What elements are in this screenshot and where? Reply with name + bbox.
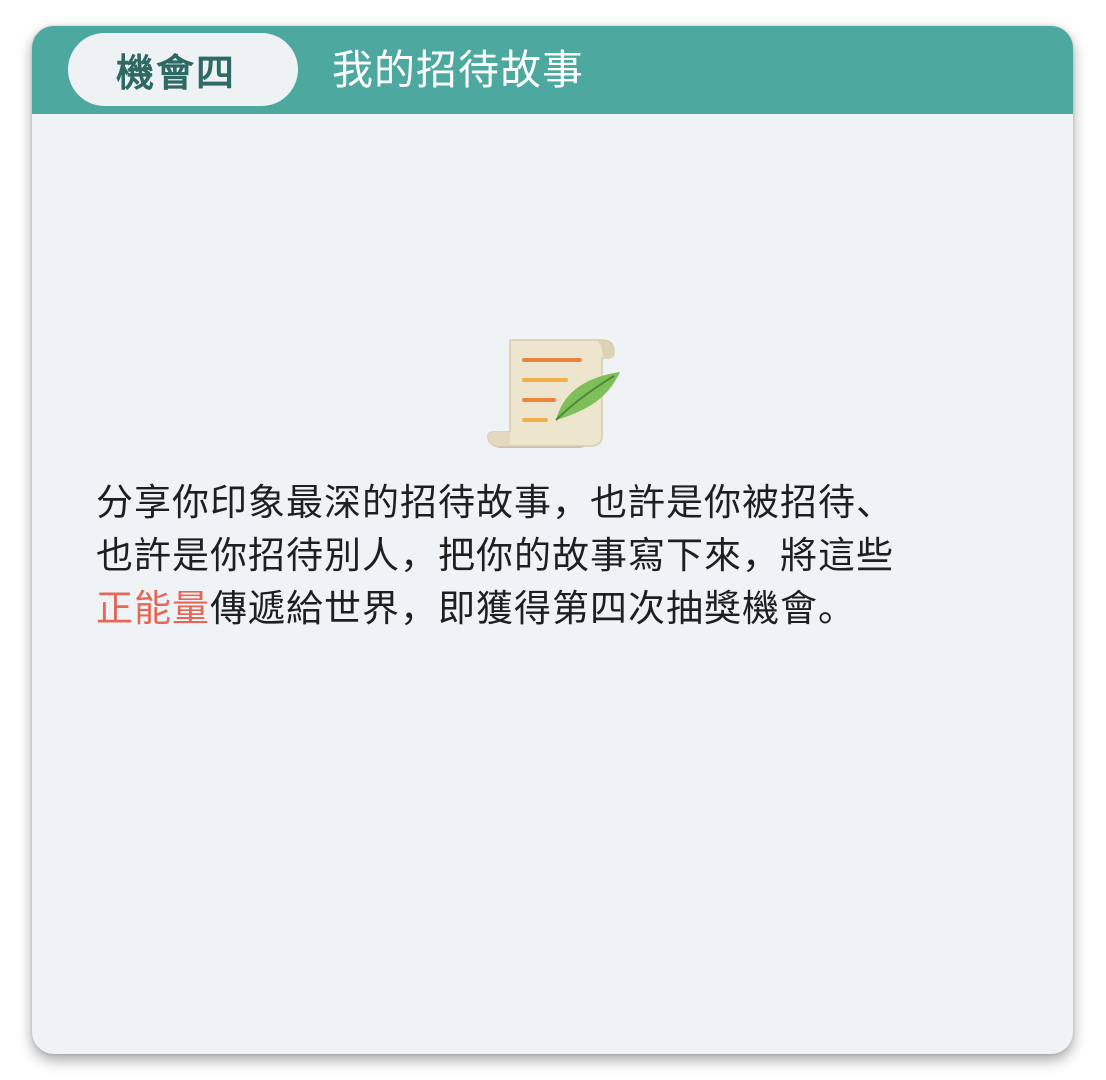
card-header: 機會四 我的招待故事 bbox=[32, 26, 1073, 114]
positive-energy-highlight: 正能量 bbox=[96, 587, 210, 630]
description-line-2: 也許是你招待別人，把你的故事寫下來，將這些 bbox=[96, 534, 894, 577]
scroll-with-quill-icon bbox=[482, 332, 627, 454]
card-title: 我的招待故事 bbox=[332, 46, 584, 94]
description-line-1: 分享你印象最深的招待故事，也許是你被招待、 bbox=[96, 481, 894, 524]
story-description: 分享你印象最深的招待故事，也許是你被招待、 也許是你招待別人，把你的故事寫下來，… bbox=[96, 476, 1016, 635]
description-line-3-text: 傳遞給世界，即獲得第四次抽獎機會。 bbox=[210, 587, 856, 630]
description-line-3: 正能量傳遞給世界，即獲得第四次抽獎機會。 bbox=[96, 582, 1016, 635]
chance-badge-label: 機會四 bbox=[115, 51, 236, 95]
story-card: 機會四 我的招待故事 分享你印象最深的招待故事，也許是你被招待、 也許是你招待別… bbox=[32, 26, 1073, 1054]
chance-badge: 機會四 bbox=[68, 33, 298, 106]
